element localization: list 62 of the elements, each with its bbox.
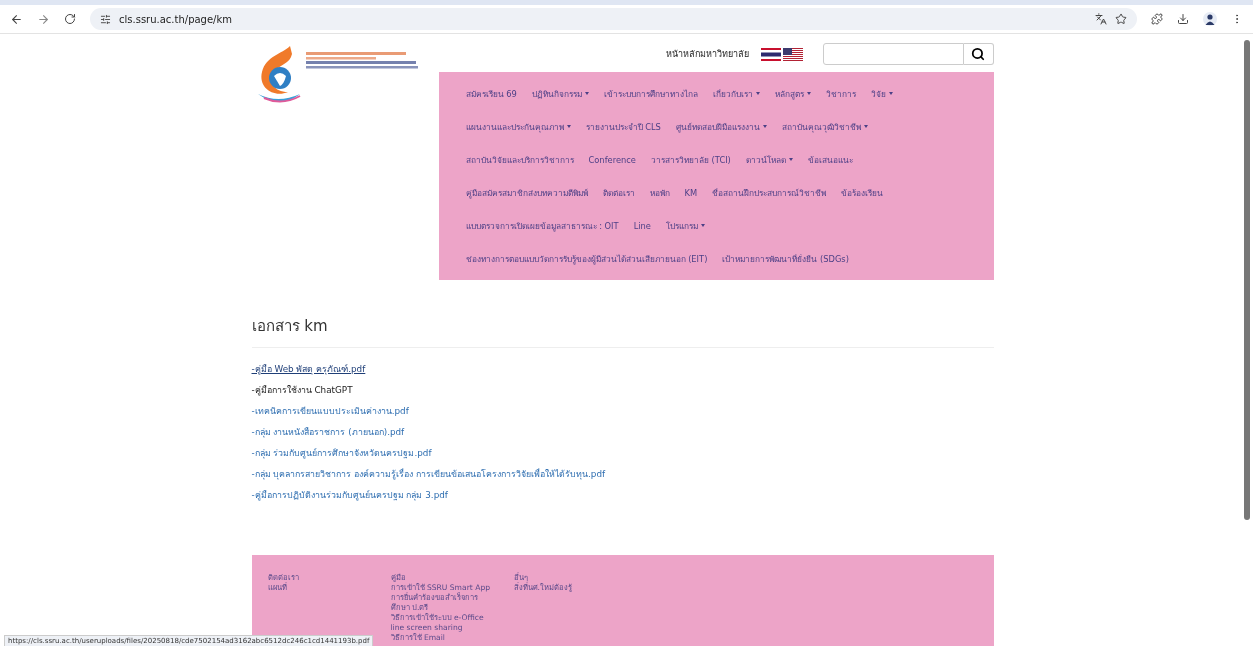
caret-icon [863,125,868,128]
search-icon [971,47,985,61]
scrollbar-thumb[interactable] [1244,40,1250,520]
menu-item[interactable]: ดาวน์โหลด [745,152,793,167]
menu-item[interactable]: หลักสูตร [774,86,811,101]
menu-item[interactable]: ข้อเสนอแนะ [807,152,853,167]
menu-item[interactable]: สมัครเรียน 69 [465,86,517,101]
caret-icon [806,92,811,95]
document-link[interactable]: -กลุ่ม บุคลากรสายวิชาการ องค์ความรู้เรื่อง การเขียนข้อเสนอโครงการวิจัยเพื่อให้ได้รับทุน.pdf [251,467,606,482]
search-field[interactable] [822,43,964,65]
menu-item[interactable]: ปฏิทินกิจกรรม [531,86,589,101]
us-flag-icon[interactable] [782,47,803,61]
menu-item[interactable]: เกี่ยวกับเรา [712,86,760,101]
menu-item[interactable]: รายงานประจำปี CLS [585,119,661,134]
page-title: เอกสาร km [251,314,994,348]
caret-icon [566,125,571,128]
reload-icon[interactable] [64,13,76,25]
menu-item[interactable]: วิชาการ [825,86,856,101]
menu-item[interactable]: สถาบันวิจัยและบริการวิชาการ [465,152,574,167]
menu-item[interactable]: โปรแกรม [665,218,705,233]
address-bar[interactable]: cls.ssru.ac.th/page/km [90,8,1137,30]
menu-item[interactable]: คู่มือสมัครสมาชิกส่งบทความตีพิมพ์ [465,185,588,200]
profile-avatar-icon[interactable] [1203,12,1217,26]
menu-item[interactable]: Conference [588,154,636,165]
menu-item[interactable]: วารสารวิทยาลัย (TCI) [650,152,731,167]
url-text: cls.ssru.ac.th/page/km [119,13,234,25]
thai-flag-icon[interactable] [760,47,781,61]
university-home-link[interactable]: หน้าหลักมหาวิทยาลัย [665,47,749,61]
back-icon[interactable] [10,12,23,26]
caret-icon [762,125,767,128]
document-link[interactable]: -กลุ่ม ร่วมกับศูนย์การศึกษาจังหวัดนครปฐม.pdf [251,446,432,461]
document-link[interactable]: -คู่มือการปฏิบัติงานร่วมกับศูนย์นครปฐม กลุ่ม 3.pdf [251,488,448,503]
menu-item[interactable]: วิจัย [870,86,893,101]
caret-icon [584,92,589,95]
menu-item[interactable]: ศูนย์ทดสอบฝีมือแรงงาน [675,119,767,134]
menu-item[interactable]: ชื่อสถานฝึกประสบการณ์วิชาชีพ [712,185,827,200]
menu-item[interactable]: KM [684,187,698,198]
document-title: -คู่มือการใช้งาน ChatGPT [251,384,353,398]
menu-item[interactable]: แบบตรวจการเปิดเผยข้อมูลสาธารณะ : OIT [465,218,619,233]
menu-item[interactable]: ช่องทางการตอบแบบวัดการรับรู้ของผู้มีส่วนได้ส่วนเสียภายนอก (EIT) [465,251,708,266]
menu-item[interactable]: แผนงานและประกันคุณภาพ [465,119,571,134]
search-button[interactable] [963,43,994,65]
caret-icon [755,92,760,95]
document-link[interactable]: -กลุ่ม งานหนังสือราชการ (ภายนอก).pdf [251,425,405,440]
menu-item[interactable]: เข้าระบบการศึกษาทางไกล [603,86,698,101]
translate-icon[interactable] [1095,13,1107,25]
document-link[interactable]: -เทคนิคการเขียนแบบประเมินค่างาน.pdf [251,404,409,419]
download-icon[interactable] [1177,13,1189,25]
menu-item[interactable]: ข้อร้องเรียน [841,185,884,200]
menu-item[interactable]: เป้าหมายการพัฒนาที่ยั่งยืน (SDGs) [722,251,849,266]
caret-icon [788,158,793,161]
document-link[interactable]: -คู่มือ Web พัสดุ ครุภัณฑ์.pdf [251,362,366,377]
bookmark-star-icon[interactable] [1115,13,1127,25]
forward-icon[interactable] [37,12,50,26]
menu-item[interactable]: หอพัก [649,185,670,200]
extensions-icon[interactable] [1151,13,1163,25]
site-settings-icon[interactable] [100,13,111,25]
menu-item[interactable]: Line [633,220,651,231]
menu-item[interactable]: ติดต่อเรา [602,185,635,200]
caret-icon [888,92,893,95]
caret-icon [700,224,705,227]
menu-item[interactable]: สถาบันคุณวุฒิวิชาชีพ [781,119,868,134]
